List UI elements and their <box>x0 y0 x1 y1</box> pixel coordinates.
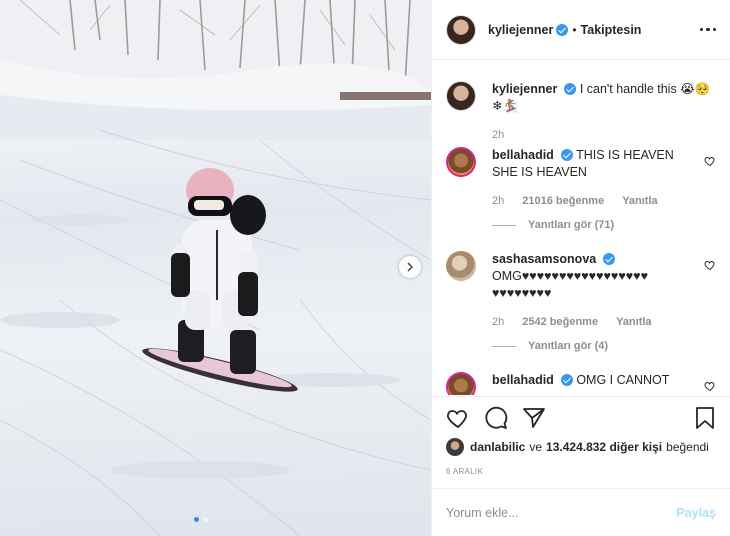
snow-scene-image <box>0 0 431 536</box>
likes-suffix: beğendi <box>666 440 709 454</box>
carousel-dot <box>203 517 208 522</box>
caption-message: I can't handle this 😭🥺 <box>579 82 711 96</box>
author-avatar[interactable] <box>446 14 476 45</box>
caption-avatar[interactable] <box>446 81 476 111</box>
replies-divider <box>492 345 516 347</box>
comment-icon[interactable] <box>484 406 508 430</box>
comment-input[interactable] <box>446 505 677 520</box>
replies-divider <box>492 224 516 226</box>
comment-avatar[interactable] <box>446 147 476 177</box>
likes-count[interactable]: 13.424.832 diğer kişi <box>546 440 662 454</box>
comment-line: SHE IS HEAVEN <box>492 165 587 179</box>
view-replies-button[interactable]: Yanıtları gör (71) <box>492 219 716 231</box>
caption-meta: 2h <box>492 129 716 141</box>
comment-avatar[interactable] <box>446 372 476 395</box>
comment-text: bellahadid THIS IS HEAVEN SHE IS HEAVEN <box>492 147 716 181</box>
verified-badge-icon <box>560 149 573 161</box>
view-replies-label: Yanıtları gör (4) <box>528 340 609 352</box>
comment-text: bellahadid OMG I CANNOT <box>492 372 716 389</box>
caption-body: kyliejenner I can't handle this 😭🥺 ❄🏂 2h <box>492 81 716 141</box>
more-options-icon[interactable] <box>699 27 716 32</box>
separator-dot: • <box>572 22 577 37</box>
likes-summary: danlabilic ve 13.424.832 diğer kişi beğe… <box>446 438 720 456</box>
caption: kyliejenner I can't handle this 😭🥺 ❄🏂 2h <box>446 81 716 141</box>
comment-line: THIS IS HEAVEN <box>576 148 674 162</box>
liker-username[interactable]: danlabilic <box>470 440 525 454</box>
comment-item: bellahadid OMG I CANNOT <box>446 372 716 395</box>
comment-item: bellahadid THIS IS HEAVEN SHE IS HEAVEN … <box>446 147 716 231</box>
carousel-indicator <box>194 517 208 522</box>
comment-time[interactable]: 2h <box>492 316 504 328</box>
post-date[interactable]: 6 ARALIK <box>446 467 483 476</box>
heart-icon[interactable] <box>446 406 470 430</box>
verified-badge-icon <box>560 374 573 386</box>
carousel-dot-active <box>194 517 199 522</box>
comment-username[interactable]: sashasamsonova <box>492 252 596 266</box>
caption-username[interactable]: kyliejenner <box>492 82 557 96</box>
post-comment-button[interactable]: Paylaş <box>676 506 716 520</box>
post-details-panel: kyliejenner • Takiptesin kyliejenner I c… <box>431 0 730 536</box>
comment-username[interactable]: bellahadid <box>492 148 554 162</box>
liker-avatar[interactable] <box>446 438 464 456</box>
add-comment-bar: Paylaş <box>432 488 730 536</box>
follow-status-button[interactable]: Takiptesin <box>581 23 642 37</box>
comment-like-heart-icon[interactable] <box>704 155 716 167</box>
comment-item: sashasamsonova OMG♥♥♥♥♥♥♥♥♥♥♥♥♥♥♥♥♥ ♥♥♥♥… <box>446 251 716 352</box>
bookmark-icon[interactable] <box>694 406 716 430</box>
comment-username[interactable]: bellahadid <box>492 373 554 387</box>
view-replies-button[interactable]: Yanıtları gör (4) <box>492 340 716 352</box>
comment-likes[interactable]: 2542 beğenme <box>522 316 598 328</box>
caption-text: kyliejenner I can't handle this 😭🥺 ❄🏂 <box>492 81 716 115</box>
verified-badge-icon <box>603 253 616 265</box>
view-replies-label: Yanıtları gör (71) <box>528 219 615 231</box>
verified-badge-icon <box>564 83 577 95</box>
comment-like-heart-icon[interactable] <box>704 380 716 392</box>
action-bar <box>432 396 730 438</box>
comment-avatar[interactable] <box>446 251 476 281</box>
comment-line: OMG♥♥♥♥♥♥♥♥♥♥♥♥♥♥♥♥♥ <box>492 269 649 283</box>
post-photo[interactable] <box>0 0 431 536</box>
comment-like-heart-icon[interactable] <box>704 259 716 271</box>
caption-time[interactable]: 2h <box>492 129 504 141</box>
reply-button[interactable]: Yanıtla <box>622 195 657 207</box>
comment-time[interactable]: 2h <box>492 195 504 207</box>
comment-line: ♥♥♥♥♥♥♥♥ <box>492 286 552 300</box>
comment-body: bellahadid THIS IS HEAVEN SHE IS HEAVEN … <box>492 147 716 231</box>
verified-badge-icon <box>556 23 569 36</box>
comment-body: sashasamsonova OMG♥♥♥♥♥♥♥♥♥♥♥♥♥♥♥♥♥ ♥♥♥♥… <box>492 251 716 352</box>
comment-meta: 2h 21016 beğenme Yanıtla <box>492 195 716 207</box>
comment-likes[interactable]: 21016 beğenme <box>522 195 604 207</box>
comment-meta: 2h 2542 beğenme Yanıtla <box>492 316 716 328</box>
next-photo-button[interactable] <box>399 256 421 278</box>
comment-body: bellahadid OMG I CANNOT <box>492 372 716 395</box>
comment-text: sashasamsonova OMG♥♥♥♥♥♥♥♥♥♥♥♥♥♥♥♥♥ ♥♥♥♥… <box>492 251 716 302</box>
comments-list: kyliejenner I can't handle this 😭🥺 ❄🏂 2h… <box>432 61 730 395</box>
paper-plane-icon[interactable] <box>522 406 546 430</box>
likes-connector: ve <box>529 440 543 454</box>
author-username[interactable]: kyliejenner <box>488 23 553 37</box>
post-header: kyliejenner • Takiptesin <box>432 0 730 60</box>
comment-line: OMG I CANNOT <box>576 373 670 387</box>
caption-emoji-line: ❄🏂 <box>492 99 519 113</box>
reply-button[interactable]: Yanıtla <box>616 316 651 328</box>
chevron-right-icon <box>407 262 414 272</box>
